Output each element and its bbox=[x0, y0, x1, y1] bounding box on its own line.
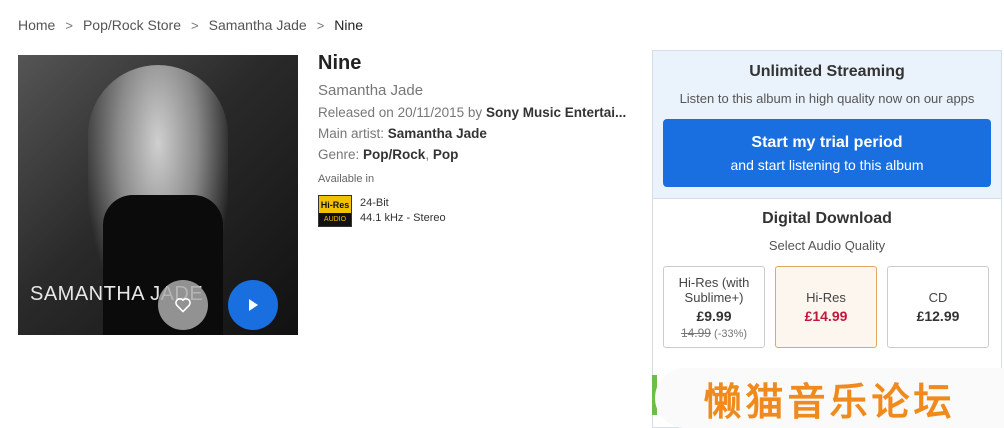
genre-label: Genre: bbox=[318, 147, 360, 162]
discount-badge: (-33%) bbox=[714, 327, 748, 340]
breadcrumb-separator: > bbox=[316, 17, 325, 33]
released-prefix: Released on bbox=[318, 105, 394, 120]
released-by: by bbox=[467, 105, 483, 120]
album-artist[interactable]: Samantha Jade bbox=[318, 82, 633, 99]
album-cover[interactable]: SAMANTHA JADE bbox=[18, 55, 298, 335]
watermark-banner: 懒猫音乐论坛 bbox=[655, 368, 1004, 428]
release-date: 20/11/2015 bbox=[397, 105, 465, 120]
option-cd[interactable]: CD £12.99 bbox=[887, 266, 989, 348]
streaming-heading: Unlimited Streaming bbox=[749, 63, 905, 80]
breadcrumb-separator: > bbox=[65, 17, 73, 33]
genre-link-pop[interactable]: Pop bbox=[433, 147, 459, 162]
album-title: Nine bbox=[318, 52, 362, 74]
genre-row: Genre: Pop/Rock, Pop bbox=[318, 147, 633, 162]
bit-depth: 24-Bit bbox=[360, 197, 389, 209]
option-name: CD bbox=[928, 290, 948, 305]
streaming-subtext: Listen to this album in high quality now… bbox=[679, 91, 975, 106]
main-artist-link[interactable]: Samantha Jade bbox=[388, 126, 487, 141]
quality-info: Hi-Res AUDIO 24-Bit 44.1 kHz - Stereo bbox=[318, 195, 633, 227]
strikethrough-price: 14.99 bbox=[680, 325, 711, 340]
breadcrumb-current: Nine bbox=[334, 17, 364, 33]
genre-link-pop-rock[interactable]: Pop/Rock bbox=[363, 147, 425, 162]
streaming-section: Unlimited Streaming Listen to this album… bbox=[653, 51, 1001, 199]
favorite-button[interactable] bbox=[158, 280, 208, 330]
option-hi-res-sublime[interactable]: Hi-Res (with Sublime+) £9.99 14.99 (-33%… bbox=[663, 266, 765, 348]
trial-button-subtitle: and start listening to this album bbox=[730, 156, 924, 173]
download-subtext: Select Audio Quality bbox=[768, 238, 886, 253]
release-info: Released on 20/11/2015 by Sony Music Ent… bbox=[318, 105, 633, 120]
quality-text: 24-Bit 44.1 kHz - Stereo bbox=[360, 196, 446, 226]
hi-res-badge-bottom: AUDIO bbox=[319, 213, 351, 226]
option-name: Hi-Res (with Sublime+) bbox=[678, 274, 750, 305]
option-price: £12.99 bbox=[916, 308, 960, 324]
breadcrumb-artist[interactable]: Samantha Jade bbox=[209, 17, 307, 33]
start-trial-button[interactable]: Start my trial period and start listenin… bbox=[663, 119, 991, 187]
option-old-price: 14.99 (-33%) bbox=[681, 326, 747, 340]
play-button[interactable] bbox=[228, 280, 278, 330]
watermark-text: 懒猫音乐论坛 bbox=[703, 379, 956, 424]
quality-options: Hi-Res (with Sublime+) £9.99 14.99 (-33%… bbox=[653, 253, 1001, 348]
option-hi-res[interactable]: Hi-Res £14.99 bbox=[775, 266, 877, 348]
option-price: £9.99 bbox=[696, 307, 732, 324]
download-section: Digital Download Select Audio Quality Hi… bbox=[653, 199, 1001, 348]
available-in-label: Available in bbox=[318, 173, 375, 185]
hi-res-badge-top: Hi-Res bbox=[319, 196, 351, 213]
sample-rate: 44.1 kHz - Stereo bbox=[360, 212, 446, 224]
breadcrumb: Home > Pop/Rock Store > Samantha Jade > … bbox=[18, 17, 363, 33]
breadcrumb-home[interactable]: Home bbox=[18, 17, 55, 33]
option-name: Hi-Res bbox=[806, 290, 846, 305]
breadcrumb-pop-rock-store[interactable]: Pop/Rock Store bbox=[83, 17, 181, 33]
main-artist-label: Main artist: bbox=[318, 126, 385, 141]
genre-separator: , bbox=[425, 147, 430, 162]
play-icon bbox=[249, 299, 258, 311]
option-price: £14.99 bbox=[804, 308, 848, 324]
trial-button-title: Start my trial period bbox=[751, 133, 903, 151]
hi-res-audio-icon: Hi-Res AUDIO bbox=[318, 195, 352, 227]
album-info: Nine Samantha Jade Released on 20/11/201… bbox=[318, 52, 633, 227]
main-artist-row: Main artist: Samantha Jade bbox=[318, 126, 633, 141]
record-label-link[interactable]: Sony Music Entertai... bbox=[486, 105, 626, 120]
heart-icon bbox=[175, 298, 191, 313]
breadcrumb-separator: > bbox=[191, 17, 199, 33]
download-heading: Digital Download bbox=[762, 210, 892, 227]
